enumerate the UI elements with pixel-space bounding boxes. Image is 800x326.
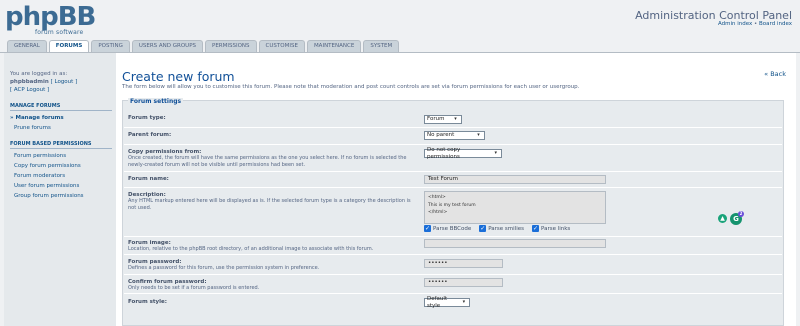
tab-customise[interactable]: CUSTOMISE	[258, 40, 305, 52]
sidebar-item-user-forum-permissions[interactable]: User forum permissions	[10, 181, 112, 191]
forum-password-desc: Defines a password for this forum, use t…	[128, 265, 320, 271]
parse-bbcode-checkbox[interactable]: ✓ Parse BBCode	[424, 225, 471, 232]
tab-permissions[interactable]: PERMISSIONS	[205, 40, 257, 52]
chevron-down-icon: ▾	[462, 299, 466, 305]
description-textarea[interactable]: <html> This is my test forum </html>	[424, 191, 606, 224]
board-index-link[interactable]: Board index	[759, 21, 792, 27]
row-divider	[124, 254, 782, 255]
chevron-down-icon: ▾	[494, 150, 498, 156]
forum-password-input[interactable]: ••••••	[424, 259, 503, 268]
textarea-line: <html>	[428, 195, 446, 200]
username: phpbbadmin	[10, 79, 49, 85]
page-title: Create new forum	[122, 69, 235, 84]
forum-style-select[interactable]: Default style ▾	[424, 295, 470, 309]
description-desc: Any HTML markup entered here will be dis…	[128, 198, 411, 211]
sidebar-item-manage-forums[interactable]: » Manage forums	[10, 113, 112, 123]
header-links: Admin index • Board index	[718, 21, 792, 27]
tab-system[interactable]: SYSTEM	[363, 40, 400, 52]
admin-index-link[interactable]: Admin index	[718, 21, 752, 27]
forum-name-input[interactable]: Test Forum	[424, 175, 606, 184]
checkbox-label: Parse smilies	[488, 225, 524, 232]
row-divider	[124, 144, 782, 145]
login-info: You are logged in as: phpbbadmin [ Logou…	[10, 70, 77, 94]
parse-smilies-checkbox[interactable]: ✓ Parse smilies	[479, 225, 524, 232]
acp-logout-link[interactable]: [ ACP Logout ]	[10, 87, 49, 93]
grammarly-icon[interactable]: G2	[730, 211, 744, 225]
notification-badge: 2	[738, 211, 744, 217]
sidebar-item-group-forum-permissions[interactable]: Group forum permissions	[10, 191, 112, 201]
phpbb-logo[interactable]: phpBB forum software	[5, 2, 96, 37]
forum-image-desc: Location, relative to the phpBB root dir…	[128, 246, 374, 252]
sidebar-item-prune-forums[interactable]: Prune forums	[10, 123, 112, 133]
forum-type-select[interactable]: Forum ▾	[424, 115, 462, 124]
checkmark-icon: ✓	[532, 225, 539, 232]
select-value: Default style	[427, 295, 448, 309]
select-value: Forum	[427, 116, 445, 122]
link-separator: •	[754, 21, 758, 27]
menu-heading: FORUM BASED PERMISSIONS	[10, 141, 112, 149]
copy-permissions-select[interactable]: Do not copy permissions ▾	[424, 146, 502, 160]
confirm-password-input[interactable]: ••••••	[424, 278, 503, 287]
checkmark-icon: ✓	[424, 225, 431, 232]
logo-tagline: forum software	[35, 29, 84, 36]
row-divider	[124, 274, 782, 275]
sidebar-item-copy-forum-permissions[interactable]: Copy forum permissions	[10, 161, 112, 171]
parse-links-checkbox[interactable]: ✓ Parse links	[532, 225, 570, 232]
grammar-assistant-icon[interactable]: ▲	[718, 214, 727, 223]
sidebar-item-forum-permissions[interactable]: Forum permissions	[10, 151, 112, 161]
chevron-down-icon: ▾	[454, 116, 457, 122]
textarea-line: </html>	[428, 210, 448, 215]
page-intro: The form below will allow you to customi…	[122, 84, 580, 90]
checkmark-icon: ✓	[479, 225, 487, 232]
checkbox-label: Parse BBCode	[433, 225, 472, 232]
sidebar-item-label: Manage forums	[15, 115, 64, 121]
confirm-password-desc: Only needs to be set if a forum password…	[128, 285, 260, 291]
select-value: No parent	[427, 132, 455, 138]
logged-in-label: You are logged in as:	[10, 71, 68, 77]
chevron-down-icon: ▾	[477, 132, 480, 138]
copy-permissions-desc: Once created, the forum will have the sa…	[128, 155, 407, 168]
parent-forum-select[interactable]: No parent ▾	[424, 131, 485, 140]
menu-heading: MANAGE FORUMS	[10, 103, 112, 111]
back-link[interactable]: « Back	[764, 70, 786, 78]
tab-maintenance[interactable]: MAINTENANCE	[306, 40, 362, 52]
main-tabs: GENERAL FORUMS POSTING USERS AND GROUPS …	[7, 40, 400, 53]
checkbox-label: Parse links	[541, 225, 571, 232]
row-divider	[124, 127, 782, 128]
fieldset-legend: Forum settings	[128, 98, 184, 105]
menu-manage-forums: MANAGE FORUMS » Manage forums Prune foru…	[10, 103, 112, 133]
parse-options: ✓ Parse BBCode ✓ Parse smilies ✓ Parse link…	[424, 225, 570, 232]
row-divider	[124, 293, 782, 294]
menu-forum-permissions: FORUM BASED PERMISSIONS Forum permission…	[10, 141, 112, 201]
forum-image-input[interactable]	[424, 239, 606, 248]
row-divider	[124, 236, 782, 237]
row-divider	[124, 187, 782, 188]
textarea-line: This is my test forum	[428, 202, 476, 208]
select-value: Do not copy permissions	[427, 146, 461, 160]
logout-link[interactable]: [ Logout ]	[51, 79, 78, 85]
sidebar-item-forum-moderators[interactable]: Forum moderators	[10, 171, 112, 181]
tab-users-and-groups[interactable]: USERS AND GROUPS	[131, 40, 204, 52]
tab-posting[interactable]: POSTING	[91, 40, 130, 52]
tab-general[interactable]: GENERAL	[7, 40, 47, 52]
logo-wordmark: phpBB	[5, 2, 96, 32]
row-divider	[124, 171, 782, 172]
